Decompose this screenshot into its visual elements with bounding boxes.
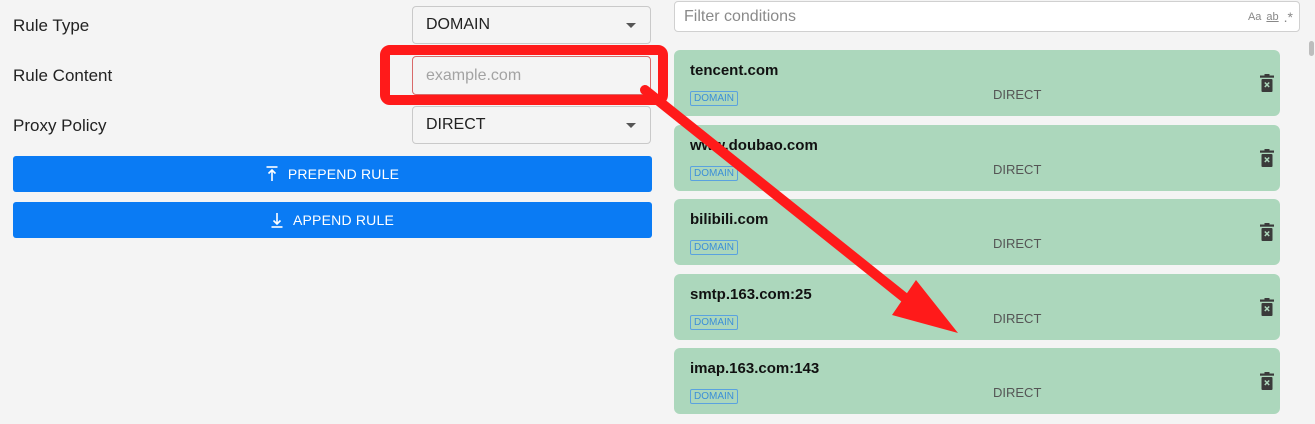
append-rule-button[interactable]: APPEND RULE — [13, 202, 652, 238]
rule-policy: DIRECT — [993, 385, 1042, 400]
rule-type-value: DOMAIN — [426, 16, 490, 33]
rule-policy: DIRECT — [993, 236, 1042, 251]
proxy-policy-label: Proxy Policy — [13, 116, 107, 135]
rule-form: Rule Type DOMAIN Rule Content Proxy Poli… — [0, 0, 665, 424]
rule-host: www.doubao.com — [690, 137, 818, 154]
rule-type-badge: DOMAIN — [690, 166, 738, 181]
arrow-up-to-line-icon — [266, 166, 278, 181]
rule-card[interactable]: tencent.com DOMAIN DIRECT — [674, 50, 1280, 116]
rule-host: tencent.com — [690, 62, 779, 79]
trash-icon[interactable] — [1260, 223, 1274, 241]
append-rule-label: APPEND RULE — [292, 212, 394, 228]
trash-icon[interactable] — [1260, 74, 1274, 92]
whole-word-toggle[interactable]: ab — [1266, 11, 1278, 23]
rule-type-label: Rule Type — [13, 16, 90, 35]
rules-panel: Aa ab .* tencent.com DOMAIN DIRECT www.d… — [665, 0, 1315, 424]
prepend-rule-label: PREPEND RULE — [287, 166, 400, 182]
rule-type-select[interactable]: DOMAIN — [412, 6, 651, 44]
trash-icon[interactable] — [1260, 298, 1274, 316]
rule-type-badge: DOMAIN — [690, 240, 738, 255]
rules-scrollbar[interactable] — [1308, 40, 1315, 424]
filter-input[interactable] — [675, 1, 1248, 32]
rule-card[interactable]: imap.163.com:143 DOMAIN DIRECT — [674, 348, 1280, 414]
rule-type-badge: DOMAIN — [690, 91, 738, 106]
proxy-policy-select[interactable]: DIRECT — [412, 106, 651, 144]
rule-type-badge: DOMAIN — [690, 315, 738, 330]
rule-type-badge: DOMAIN — [690, 389, 738, 404]
rule-card[interactable]: bilibili.com DOMAIN DIRECT — [674, 199, 1280, 265]
trash-icon[interactable] — [1260, 372, 1274, 390]
dropdown-caret-icon — [626, 23, 636, 28]
scrollbar-thumb[interactable] — [1309, 41, 1314, 56]
rule-content-input[interactable] — [412, 56, 651, 95]
rule-host: smtp.163.com:25 — [690, 286, 812, 303]
rule-content-label: Rule Content — [13, 66, 113, 85]
regex-toggle[interactable]: .* — [1284, 9, 1293, 25]
rule-policy: DIRECT — [993, 87, 1042, 102]
rule-card[interactable]: www.doubao.com DOMAIN DIRECT — [674, 125, 1280, 191]
filter-box: Aa ab .* — [674, 1, 1300, 32]
rule-card[interactable]: smtp.163.com:25 DOMAIN DIRECT — [674, 274, 1280, 340]
prepend-rule-button[interactable]: PREPEND RULE — [13, 156, 652, 192]
rule-host: bilibili.com — [690, 211, 769, 228]
dropdown-caret-icon — [626, 123, 636, 128]
rule-policy: DIRECT — [993, 162, 1042, 177]
trash-icon[interactable] — [1260, 149, 1274, 167]
arrow-down-to-line-icon — [271, 213, 283, 228]
rule-host: imap.163.com:143 — [690, 360, 820, 377]
rule-policy: DIRECT — [993, 311, 1042, 326]
proxy-policy-value: DIRECT — [426, 116, 486, 133]
match-case-toggle[interactable]: Aa — [1248, 11, 1261, 23]
